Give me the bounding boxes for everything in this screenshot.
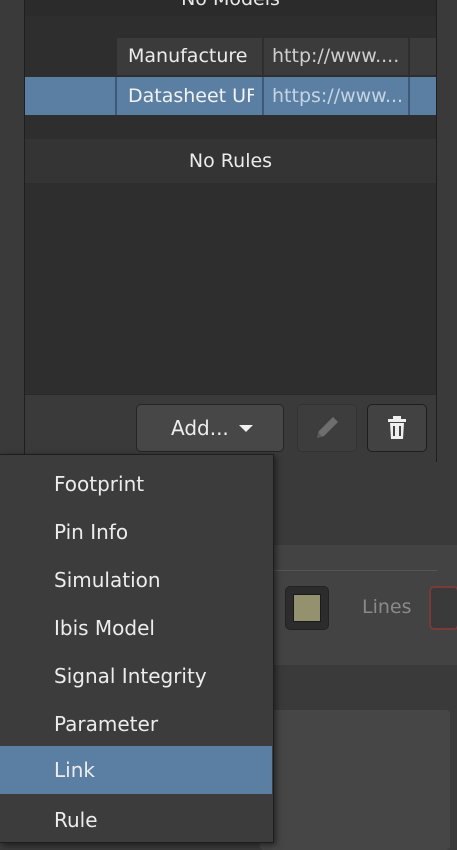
column-divider xyxy=(115,38,117,75)
param-value-cell[interactable]: https://www... xyxy=(272,77,406,115)
menu-item-link[interactable]: Link xyxy=(0,746,272,794)
column-divider xyxy=(262,38,264,75)
menu-item-simulation[interactable]: Simulation xyxy=(0,556,272,604)
add-button-label: Add... xyxy=(171,416,229,440)
menu-item-pin-info[interactable]: Pin Info xyxy=(0,508,272,556)
lines-label: Lines xyxy=(362,596,412,618)
menu-item-label: Footprint xyxy=(54,472,145,496)
menu-item-signal-integrity[interactable]: Signal Integrity xyxy=(0,652,272,700)
models-empty-row: No Models xyxy=(25,0,436,16)
color-swatch xyxy=(293,594,321,622)
column-divider xyxy=(408,77,410,115)
menu-item-label: Parameter xyxy=(54,712,159,736)
menu-item-ibis-model[interactable]: Ibis Model xyxy=(0,604,272,652)
chevron-down-icon xyxy=(239,425,253,432)
pencil-icon xyxy=(317,417,338,438)
delete-button[interactable] xyxy=(367,404,427,452)
column-divider xyxy=(115,77,117,115)
divider xyxy=(260,570,437,571)
add-menu: Footprint Pin Info Simulation Ibis Model… xyxy=(0,454,274,843)
line-color-button[interactable] xyxy=(429,586,457,630)
param-name-cell[interactable]: Datasheet UF xyxy=(128,77,254,115)
column-divider xyxy=(408,38,410,75)
menu-item-label: Ibis Model xyxy=(54,616,155,640)
column-divider xyxy=(262,77,264,115)
menu-item-label: Rule xyxy=(54,808,98,832)
param-name-cell[interactable]: Manufacture xyxy=(128,38,261,75)
preview-area xyxy=(260,710,450,850)
menu-item-label: Link xyxy=(54,758,95,782)
trash-icon xyxy=(388,416,406,439)
rules-empty-row: No Rules xyxy=(25,139,436,183)
menu-item-rule[interactable]: Rule xyxy=(0,796,272,844)
menu-item-footprint[interactable]: Footprint xyxy=(0,460,272,508)
models-empty-text: No Models xyxy=(25,0,436,10)
color-swatch-button[interactable] xyxy=(285,586,329,630)
menu-item-label: Pin Info xyxy=(54,520,129,544)
menu-item-label: Signal Integrity xyxy=(54,664,207,688)
edit-button[interactable] xyxy=(297,404,357,452)
menu-item-parameter[interactable]: Parameter xyxy=(0,700,272,748)
add-button[interactable]: Add... xyxy=(136,404,284,452)
param-value-cell[interactable]: http://www.... xyxy=(272,38,406,75)
table-row[interactable]: Manufacture http://www.... xyxy=(25,38,436,75)
table-row-selected[interactable]: Datasheet UF https://www... xyxy=(25,77,436,115)
menu-item-label: Simulation xyxy=(54,568,161,592)
row-header-cell xyxy=(25,38,115,75)
